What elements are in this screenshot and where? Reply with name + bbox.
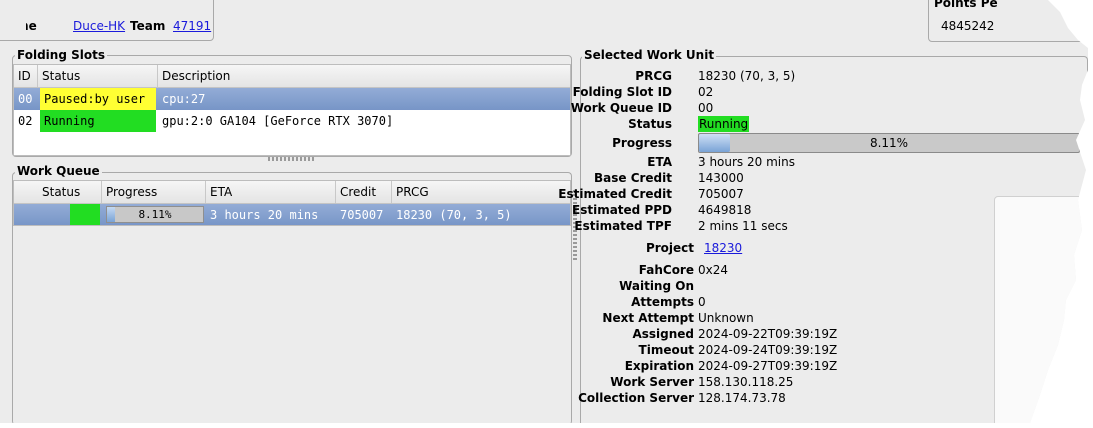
queue-progress-text: 8.11% (138, 208, 172, 221)
base-credit-value: 143000 (698, 171, 744, 185)
slot-id: 00 (18, 92, 33, 106)
selected-work-unit-title: Selected Work Unit (582, 48, 717, 62)
folding-slot-id-label: Folding Slot ID (572, 85, 672, 99)
slot-id: 02 (18, 114, 33, 128)
status-value: Running (698, 116, 750, 132)
overlay-panel (994, 196, 1088, 423)
slot-status-running: Running (40, 110, 156, 132)
estimated-ppd-label: Estimated PPD (572, 203, 672, 217)
attempts-value: 0 (698, 295, 706, 309)
slot-row-02[interactable]: 02 Running gpu:2:0 GA104 [GeForce RTX 30… (14, 110, 570, 132)
eta-value: 3 hours 20 mins (698, 155, 795, 169)
col-prcg[interactable]: PRCG (392, 181, 570, 203)
work-queue-header: Status Progress ETA Credit PRCG (14, 181, 570, 204)
eta-label: ETA (647, 155, 672, 169)
folding-slots-table[interactable]: ID Status Description 00 Paused:by user … (13, 64, 571, 156)
estimated-tpf-label: Estimated TPF (574, 219, 672, 233)
fahcore-label: FahCore (638, 263, 694, 277)
prcg-value: 18230 (70, 3, 5) (698, 69, 796, 83)
col-progress[interactable]: Progress (102, 181, 206, 203)
progress-bar: 8.11% (698, 133, 1080, 153)
queue-eta: 3 hours 20 mins (210, 208, 319, 222)
estimated-ppd-value: 4649818 (698, 203, 752, 217)
col-eta[interactable]: ETA (206, 181, 336, 203)
col-credit[interactable]: Credit (336, 181, 392, 203)
next-attempt-label: Next Attempt (602, 311, 694, 325)
col-status[interactable]: Status (38, 65, 158, 87)
attempts-label: Attempts (631, 295, 694, 309)
folding-slots-header: ID Status Description (14, 65, 570, 88)
status-label: Status (628, 117, 672, 131)
prcg-label: PRCG (635, 69, 672, 83)
vertical-splitter-handle[interactable] (268, 157, 314, 161)
estimated-credit-value: 705007 (698, 187, 744, 201)
assigned-label: Assigned (632, 327, 694, 341)
timeout-label: Timeout (638, 343, 694, 357)
col-id[interactable]: ID (14, 65, 38, 87)
work-queue-id-value: 00 (698, 101, 714, 115)
work-queue-title: Work Queue (15, 164, 102, 178)
work-queue-id-label: Work Queue ID (570, 101, 672, 115)
queue-status-running (70, 204, 100, 225)
fahcore-value: 0x24 (698, 263, 729, 277)
collection-server-label: Collection Server (578, 391, 694, 405)
progress-text: 8.11% (869, 136, 909, 150)
progress-label: Progress (612, 136, 672, 150)
work-server-value: 158.130.118.25 (698, 375, 794, 389)
assigned-value: 2024-09-22T09:39:19Z (698, 327, 838, 341)
estimated-credit-label: Estimated Credit (558, 187, 672, 201)
next-attempt-value: Unknown (698, 311, 754, 325)
project-link[interactable]: 18230 (704, 240, 742, 256)
expiration-value: 2024-09-27T09:39:19Z (698, 359, 838, 373)
queue-credit: 705007 (340, 208, 384, 222)
team-label: Team (130, 19, 166, 33)
base-credit-label: Base Credit (593, 171, 672, 185)
project-label: Project (645, 241, 694, 255)
col-description[interactable]: Description (158, 65, 570, 87)
queue-prcg: 18230 (70, 3, 5) (396, 208, 512, 222)
estimated-tpf-value: 2 mins 11 secs (698, 219, 788, 233)
queue-progress-bar: 8.11% (106, 206, 204, 223)
team-link[interactable]: 47191 (173, 19, 211, 33)
expiration-label: Expiration (624, 359, 694, 373)
collection-server-value: 128.174.73.78 (698, 391, 786, 405)
slot-description: gpu:2:0 GA104 [GeForce RTX 3070] (162, 114, 394, 128)
folding-slot-id-value: 02 (698, 85, 714, 99)
work-server-label: Work Server (610, 375, 694, 389)
slot-description: cpu:27 (162, 92, 206, 106)
slot-status-paused: Paused:by user (40, 88, 156, 110)
points-label: Points Pe (932, 0, 1000, 10)
queue-row-00[interactable]: 8.11% 3 hours 20 mins 705007 18230 (70, … (14, 204, 570, 225)
fahcontrol-window: Name Duce-HK Team 47191 Points Pe 484524… (0, 0, 1088, 423)
waiting-on-label: Waiting On (619, 279, 694, 293)
work-queue-table[interactable]: Status Progress ETA Credit PRCG 8.11% 3 … (13, 180, 571, 226)
name-link[interactable]: Duce-HK (73, 19, 125, 33)
points-value: 4845242 (941, 19, 995, 33)
folding-slots-title: Folding Slots (15, 48, 107, 62)
timeout-value: 2024-09-24T09:39:19Z (698, 343, 838, 357)
slot-row-00[interactable]: 00 Paused:by user cpu:27 (14, 88, 570, 110)
col-status[interactable]: Status (14, 181, 102, 203)
